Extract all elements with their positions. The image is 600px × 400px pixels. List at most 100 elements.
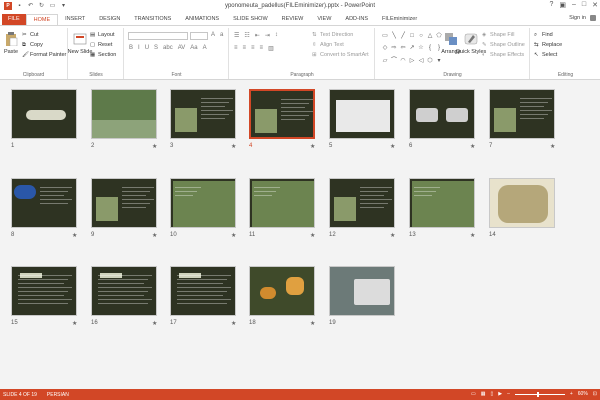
grow-font-icon[interactable]: A xyxy=(211,32,215,38)
slide-thumbnail[interactable] xyxy=(249,89,315,139)
slide-thumbnail[interactable] xyxy=(11,89,77,139)
normal-view-icon[interactable]: ▭ xyxy=(471,391,476,397)
slideshow-view-icon[interactable]: ▶ xyxy=(498,391,502,397)
paste-button[interactable]: Paste xyxy=(3,32,19,55)
increase-indent-icon[interactable]: ⇥ xyxy=(265,32,270,39)
tab-home[interactable]: HOME xyxy=(25,14,59,25)
shape-icon[interactable]: ⇦ xyxy=(399,44,407,55)
tab-fileminimizer[interactable]: FILEminimizer xyxy=(375,14,424,25)
shape-icon[interactable]: ◁ xyxy=(417,57,425,68)
format-painter-button[interactable]: 🖌 Format Painter xyxy=(22,52,66,58)
shape-icon[interactable]: ⌒ xyxy=(390,57,398,68)
slide-thumbnail[interactable] xyxy=(91,266,157,316)
spacing-icon[interactable]: AV xyxy=(178,45,186,51)
slide-thumbnail[interactable] xyxy=(91,178,157,228)
zoom-out-icon[interactable]: – xyxy=(507,391,510,397)
shape-icon[interactable]: ☆ xyxy=(417,44,425,55)
select-button[interactable]: ↖ Select xyxy=(534,52,557,58)
slide-thumbnail[interactable] xyxy=(249,178,315,228)
underline-icon[interactable]: U xyxy=(145,45,149,51)
shapes-gallery[interactable]: ▭ ╲ ╱ □ ○ △ ⬠ ◇ ⇨ ⇦ ↗ ☆{} ▱ ⌒ ◠ ▷ ◁ ⬡ ▾ xyxy=(381,32,441,68)
shape-icon[interactable]: ◇ xyxy=(381,44,389,55)
zoom-in-icon[interactable]: + xyxy=(570,391,573,397)
transition-star-icon[interactable]: ★ xyxy=(231,143,236,150)
shape-icon[interactable]: { xyxy=(426,44,434,55)
shape-fill-button[interactable]: ◈ Shape Fill xyxy=(482,32,514,38)
change-case-icon[interactable]: Aa xyxy=(190,45,197,51)
sign-in[interactable]: Sign in xyxy=(569,15,596,21)
transition-star-icon[interactable]: ★ xyxy=(390,143,395,150)
language-indicator[interactable]: PERSIAN xyxy=(47,392,69,398)
slide-thumbnail[interactable] xyxy=(329,178,395,228)
align-right-icon[interactable]: ≡ xyxy=(251,45,255,52)
transition-star-icon[interactable]: ★ xyxy=(310,320,315,327)
italic-icon[interactable]: I xyxy=(138,45,140,51)
align-text-button[interactable]: ⇳ Align Text xyxy=(312,42,344,48)
copy-button[interactable]: ⧉ Copy xyxy=(22,42,43,48)
line-spacing-icon[interactable]: ↕ xyxy=(275,32,278,39)
slide-thumbnail[interactable] xyxy=(409,89,475,139)
shape-icon[interactable]: ⬡ xyxy=(426,57,434,68)
find-button[interactable]: ⌕ Find xyxy=(534,32,553,38)
zoom-slider-thumb[interactable] xyxy=(536,391,539,397)
convert-smartart-button[interactable]: ⊞ Convert to SmartArt xyxy=(312,52,369,58)
tab-transitions[interactable]: TRANSITIONS xyxy=(127,14,178,25)
tab-add-ins[interactable]: ADD-INS xyxy=(338,14,375,25)
help-button[interactable]: ? xyxy=(549,1,553,9)
slide-thumbnail[interactable] xyxy=(329,266,395,316)
slide-sorter[interactable]: 1 2 ★ 3 ★ 4 ★ 5 ★ 6 ★ 7 ★ 8 ★ 9 ★ 10 ★ 11 ★ 12 ★ 13 ★ 14 15 ★ 16 ★ 17 ★… xyxy=(0,80,600,389)
shape-icon[interactable]: ▭ xyxy=(381,32,389,43)
text-direction-button[interactable]: ⇅ Text Direction xyxy=(312,32,353,38)
shape-effects-button[interactable]: ◐ Shape Effects xyxy=(482,52,524,58)
numbering-icon[interactable]: ☷ xyxy=(244,32,249,39)
transition-star-icon[interactable]: ★ xyxy=(72,320,77,327)
reading-view-icon[interactable]: ▯ xyxy=(490,391,493,397)
slide-thumbnail[interactable] xyxy=(489,178,555,228)
tab-slide-show[interactable]: SLIDE SHOW xyxy=(226,14,275,25)
columns-icon[interactable]: ▥ xyxy=(268,45,274,52)
shape-icon[interactable]: ◠ xyxy=(399,57,407,68)
slide-thumbnail[interactable] xyxy=(11,266,77,316)
transition-star-icon[interactable]: ★ xyxy=(152,232,157,239)
tab-insert[interactable]: INSERT xyxy=(58,14,92,25)
minimize-icon[interactable]: – xyxy=(572,1,576,9)
transition-star-icon[interactable]: ★ xyxy=(72,232,77,239)
new-slide-button[interactable]: New Slide xyxy=(68,32,92,55)
shape-icon[interactable]: ▱ xyxy=(381,57,389,68)
shape-outline-button[interactable]: ✎ Shape Outline xyxy=(482,42,525,48)
justify-icon[interactable]: ≡ xyxy=(260,45,264,52)
shape-icon[interactable]: ▷ xyxy=(408,57,416,68)
font-color-icon[interactable]: A xyxy=(203,45,207,51)
transition-star-icon[interactable]: ★ xyxy=(231,232,236,239)
fit-slide-icon[interactable]: ⊡ xyxy=(593,391,597,397)
layout-button[interactable]: ▤ Layout xyxy=(90,32,115,38)
transition-star-icon[interactable]: ★ xyxy=(310,143,315,150)
decrease-indent-icon[interactable]: ⇤ xyxy=(255,32,260,39)
slide-thumbnail[interactable] xyxy=(91,89,157,139)
shape-icon[interactable]: ╲ xyxy=(390,32,398,43)
slide-thumbnail[interactable] xyxy=(409,178,475,228)
cut-button[interactable]: ✂ Cut xyxy=(22,32,39,38)
transition-star-icon[interactable]: ★ xyxy=(470,232,475,239)
shape-icon[interactable]: ▾ xyxy=(435,57,443,68)
slide-thumbnail[interactable] xyxy=(170,178,236,228)
shape-icon[interactable]: ╱ xyxy=(399,32,407,43)
align-left-icon[interactable]: ≡ xyxy=(234,45,238,52)
transition-star-icon[interactable]: ★ xyxy=(390,232,395,239)
shape-icon[interactable]: △ xyxy=(426,32,434,43)
quick-styles-button[interactable]: Quick Styles xyxy=(456,32,486,55)
shape-icon[interactable]: ⇨ xyxy=(390,44,398,55)
section-button[interactable]: ▦ Section xyxy=(90,52,116,58)
shape-icon[interactable]: ↗ xyxy=(408,44,416,55)
zoom-slider[interactable] xyxy=(514,391,565,397)
slide-thumbnail[interactable] xyxy=(170,266,236,316)
slide-thumbnail[interactable] xyxy=(249,266,315,316)
slide-sorter-view-icon[interactable]: ▦ xyxy=(481,391,486,397)
shape-icon[interactable]: □ xyxy=(408,32,416,43)
tab-view[interactable]: VIEW xyxy=(310,14,338,25)
font-size-field[interactable] xyxy=(190,32,208,40)
transition-star-icon[interactable]: ★ xyxy=(310,232,315,239)
tab-design[interactable]: DESIGN xyxy=(92,14,127,25)
slide-thumbnail[interactable] xyxy=(170,89,236,139)
tab-animations[interactable]: ANIMATIONS xyxy=(178,14,226,25)
